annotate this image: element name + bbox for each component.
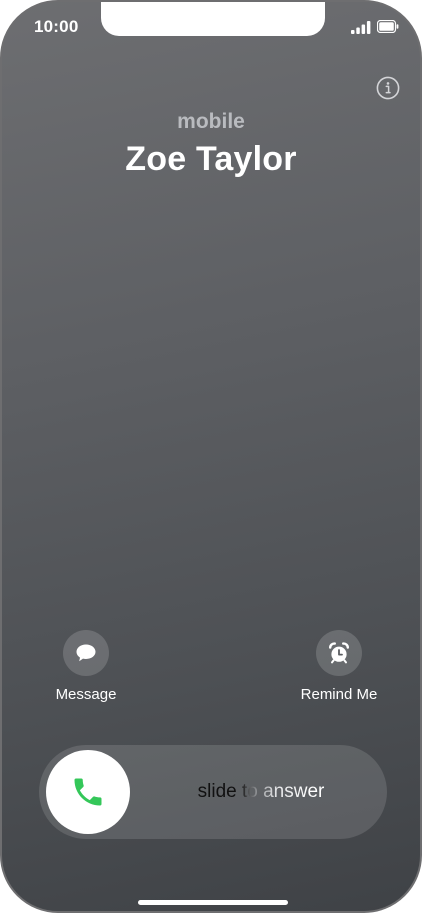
caller-name: Zoe Taylor [125,140,297,178]
status-time: 10:00 [34,17,79,36]
battery-icon [377,20,399,33]
remind-icon-circle[interactable] [316,630,362,676]
answer-knob[interactable] [46,750,130,834]
phone-icon [74,778,102,806]
incoming-call-screen: 10:00 mobile Zoe Taylor Message Remind M… [0,0,422,913]
alarm-clock-icon [328,642,350,664]
notch [101,2,325,36]
slide-to-answer-text: slide to answer [135,781,387,803]
slide-to-answer-track[interactable]: slide to answer [39,745,387,839]
caller-type-label: mobile [177,110,245,133]
remind-me-button[interactable]: Remind Me [284,630,394,703]
remind-me-label: Remind Me [300,686,378,703]
cellular-signal-icon [351,21,371,34]
message-bubble-icon [76,644,96,662]
home-indicator[interactable] [138,900,288,905]
message-button[interactable]: Message [31,630,141,703]
message-icon-circle[interactable] [63,630,109,676]
info-icon[interactable] [376,76,400,100]
message-label: Message [55,686,117,703]
